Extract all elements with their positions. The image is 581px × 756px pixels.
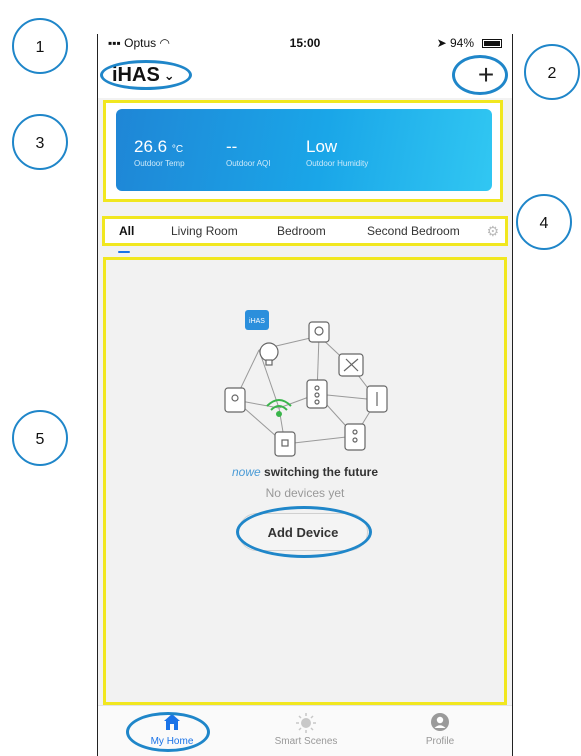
temp-value: 26.6 xyxy=(134,137,168,156)
ihas-badge-icon: iHAS xyxy=(245,310,269,330)
callout-ring-home-title xyxy=(100,60,192,90)
tab-living-room[interactable]: Living Room xyxy=(171,224,238,238)
callout-ring-add-device xyxy=(236,506,372,558)
room-tabs: All Living Room Bedroom Second Bedroom ⚙ xyxy=(102,216,508,246)
plug-icon xyxy=(224,387,246,413)
nowe-logo: nowe xyxy=(231,465,261,479)
battery-icon xyxy=(482,39,502,48)
callout-3: 3 xyxy=(12,114,68,170)
callout-ring-my-home xyxy=(126,712,210,752)
outdoor-temp: 26.6 °C Outdoor Temp xyxy=(134,137,185,168)
gear-icon[interactable]: ⚙ xyxy=(486,223,499,240)
svg-text:iHAS: iHAS xyxy=(249,318,265,325)
no-devices-message: No devices yet xyxy=(265,486,345,500)
temp-label: Outdoor Temp xyxy=(134,159,185,168)
nav-profile[interactable]: Profile xyxy=(400,712,480,747)
device-network-illustration: iHAS xyxy=(224,310,388,457)
weather-highlight: 26.6 °C Outdoor Temp -- Outdoor AQI Low … xyxy=(103,100,503,202)
battery-percent: ➤ 94% xyxy=(436,36,474,50)
camera-icon xyxy=(308,321,330,343)
profile-icon xyxy=(400,712,480,736)
brand-line: nowe switching the future xyxy=(103,465,507,479)
status-bar: ▪▪▪ Optus ◠ 15:00 ➤ 94% xyxy=(98,34,512,54)
door-sensor-icon xyxy=(366,385,388,413)
callout-ring-add xyxy=(452,55,508,95)
weather-card[interactable]: 26.6 °C Outdoor Temp -- Outdoor AQI Low … xyxy=(116,109,492,191)
aqi-label: Outdoor AQI xyxy=(226,159,271,168)
callout-5: 5 xyxy=(12,410,68,466)
humidity-value: Low xyxy=(306,137,338,156)
dimmer-icon xyxy=(344,423,366,451)
socket-icon xyxy=(274,431,296,457)
tools-icon xyxy=(338,353,364,377)
nav-label: Profile xyxy=(425,736,455,747)
callout-2: 2 xyxy=(524,44,580,100)
outdoor-aqi: -- Outdoor AQI xyxy=(226,137,270,168)
nav-label: Smart Scenes xyxy=(274,736,338,747)
aqi-value: -- xyxy=(226,137,238,156)
sun-icon xyxy=(266,712,346,736)
tab-second-bedroom[interactable]: Second Bedroom xyxy=(367,224,460,238)
nav-smart-scenes[interactable]: Smart Scenes xyxy=(266,712,346,747)
callout-1: 1 xyxy=(12,18,68,74)
switch-icon xyxy=(306,379,328,409)
callout-4: 4 xyxy=(516,194,572,250)
temp-unit: °C xyxy=(171,144,184,155)
outdoor-humidity: Low Outdoor Humidity xyxy=(306,137,368,168)
humidity-label: Outdoor Humidity xyxy=(306,159,369,168)
brand-tagline: switching the future xyxy=(264,465,379,479)
tab-all[interactable]: All xyxy=(119,224,134,238)
active-tab-indicator xyxy=(118,251,130,253)
tab-bedroom[interactable]: Bedroom xyxy=(277,224,326,238)
